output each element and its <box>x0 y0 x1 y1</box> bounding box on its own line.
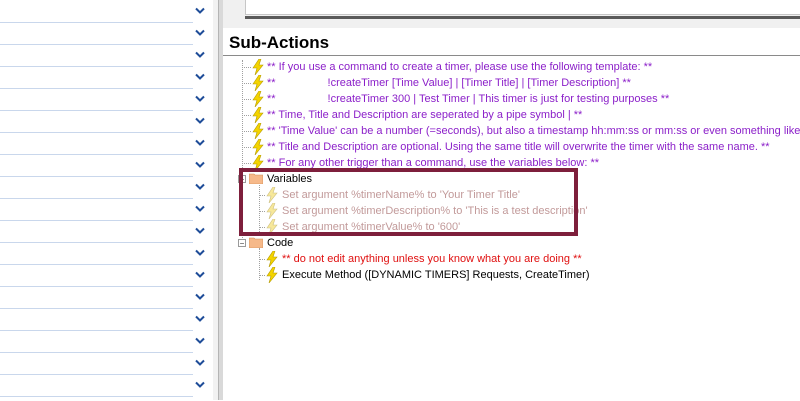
left-panel-row[interactable] <box>0 287 206 309</box>
chevron-down-icon[interactable] <box>194 93 206 105</box>
tree-connector <box>242 163 251 164</box>
left-panel-row[interactable] <box>0 67 206 89</box>
tree-row[interactable]: ** do not edit anything unless you know … <box>259 251 659 267</box>
left-panel-row[interactable] <box>0 199 206 221</box>
lightning-bolt-icon <box>252 107 264 123</box>
warning-comment-text: ** do not edit anything unless you know … <box>282 253 582 265</box>
chevron-down-icon[interactable] <box>194 269 206 281</box>
left-panel-row[interactable] <box>0 221 206 243</box>
tree-row[interactable]: ** !createTimer 300 | Test Timer | This … <box>242 91 800 107</box>
comment-text: ** Title and Description are optional. U… <box>267 141 770 153</box>
left-panel-row[interactable] <box>0 1 206 23</box>
chevron-down-icon[interactable] <box>194 291 206 303</box>
tree-connector <box>259 259 265 260</box>
left-panel-row[interactable] <box>0 45 206 67</box>
group-row-code[interactable]: − Code <box>235 235 535 251</box>
tree-connector <box>242 67 251 68</box>
tree-connector <box>259 275 265 276</box>
lightning-bolt-icon <box>252 59 264 75</box>
collapse-minus-icon[interactable]: − <box>238 239 246 248</box>
tree-connector <box>242 115 251 116</box>
left-panel-row[interactable] <box>0 155 206 177</box>
lightning-bolt-icon <box>266 267 278 283</box>
comment-text: ** !createTimer 300 | Test Timer | This … <box>267 93 670 105</box>
folder-icon <box>249 237 263 248</box>
left-panel-row[interactable] <box>0 243 206 265</box>
left-panel-row[interactable] <box>0 331 206 353</box>
chevron-down-icon[interactable] <box>194 225 206 237</box>
chevron-down-icon[interactable] <box>194 181 206 193</box>
chevron-down-icon[interactable] <box>194 159 206 171</box>
chevron-down-icon[interactable] <box>194 313 206 325</box>
chevron-down-icon[interactable] <box>194 379 206 391</box>
comment-text: ** Time, Title and Description are seper… <box>267 109 583 121</box>
chevron-down-icon[interactable] <box>194 137 206 149</box>
tree-connector <box>242 147 251 148</box>
left-panel-row[interactable] <box>0 133 206 155</box>
lightning-bolt-icon <box>252 91 264 107</box>
tree-row[interactable]: ** Time, Title and Description are seper… <box>242 107 800 123</box>
lightning-bolt-icon <box>252 139 264 155</box>
top-strip <box>223 0 800 28</box>
row-divider <box>0 396 193 397</box>
variables-highlight-box <box>239 168 578 236</box>
lightning-bolt-icon <box>252 75 264 91</box>
lightning-bolt-icon <box>266 251 278 267</box>
tree-row[interactable]: ** 'Time Value' can be a number (=second… <box>242 123 800 139</box>
tree-row[interactable]: Execute Method ([DYNAMIC TIMERS] Request… <box>259 267 659 283</box>
left-panel-row[interactable] <box>0 353 206 375</box>
execute-method-text: Execute Method ([DYNAMIC TIMERS] Request… <box>282 269 590 281</box>
group-label: Code <box>267 237 294 249</box>
chevron-down-icon[interactable] <box>194 49 206 61</box>
comment-text: ** !createTimer [Time Value] | [Timer Ti… <box>267 77 631 89</box>
tree-row[interactable]: ** If you use a command to create a time… <box>242 59 800 75</box>
left-panel-row[interactable] <box>0 309 206 331</box>
chevron-down-icon[interactable] <box>194 71 206 83</box>
comment-text: ** 'Time Value' can be a number (=second… <box>267 125 800 137</box>
horizontal-scrollbar[interactable] <box>245 16 800 19</box>
tree-connector <box>242 83 251 84</box>
right-panel: Sub-Actions ** If you use a command to c… <box>223 0 800 400</box>
left-panel-row[interactable] <box>0 177 206 199</box>
comment-text: ** If you use a command to create a time… <box>267 61 653 73</box>
left-panel-row[interactable] <box>0 89 206 111</box>
chevron-down-icon[interactable] <box>194 357 206 369</box>
left-panel <box>0 0 220 400</box>
left-panel-row[interactable] <box>0 375 206 397</box>
chevron-down-icon[interactable] <box>194 5 206 17</box>
chevron-down-icon[interactable] <box>194 203 206 215</box>
left-panel-row[interactable] <box>0 111 206 133</box>
chevron-down-icon[interactable] <box>194 27 206 39</box>
sub-actions-title: Sub-Actions <box>229 33 330 52</box>
top-list-box[interactable] <box>245 0 800 15</box>
tree-connector <box>242 131 251 132</box>
chevron-down-icon[interactable] <box>194 335 206 347</box>
tree-row[interactable]: ** !createTimer [Time Value] | [Timer Ti… <box>242 75 800 91</box>
tree-connector <box>242 99 251 100</box>
chevron-down-icon[interactable] <box>194 247 206 259</box>
left-panel-row[interactable] <box>0 23 206 45</box>
lightning-bolt-icon <box>252 123 264 139</box>
tree-row[interactable]: ** Title and Description are optional. U… <box>242 139 800 155</box>
left-panel-row[interactable] <box>0 265 206 287</box>
chevron-down-icon[interactable] <box>194 115 206 127</box>
